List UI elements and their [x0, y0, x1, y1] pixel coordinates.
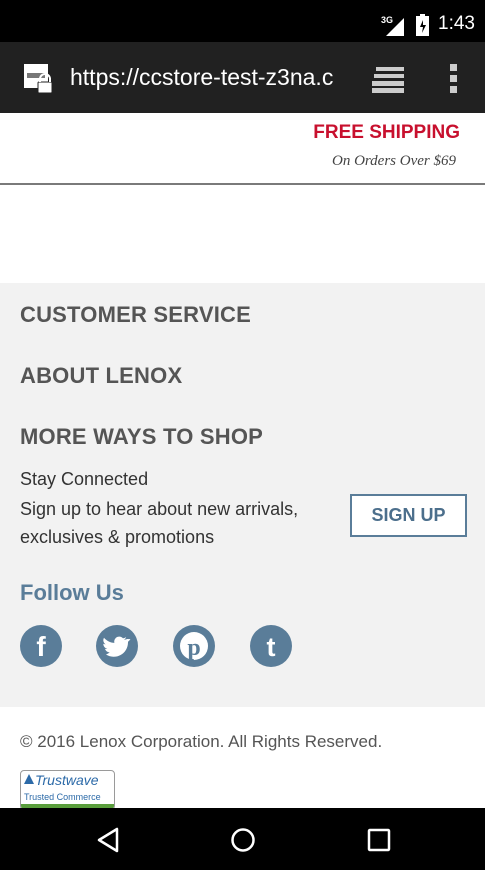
- signup-description: Sign up to hear about new arrivals, excl…: [20, 499, 299, 547]
- twitter-icon[interactable]: [96, 625, 138, 667]
- recents-icon[interactable]: [367, 827, 391, 853]
- svg-text:t: t: [267, 632, 276, 662]
- back-icon[interactable]: [96, 827, 120, 853]
- trustwave-badge[interactable]: Trustwave Trusted Commerce: [20, 770, 115, 810]
- battery-icon: [416, 14, 429, 36]
- svg-text:f: f: [36, 631, 46, 662]
- shipping-promo[interactable]: FREE SHIPPING On Orders Over $69: [0, 113, 485, 185]
- footer-link-customer-service[interactable]: CUSTOMER SERVICE: [20, 302, 251, 328]
- tumblr-icon[interactable]: t: [250, 625, 292, 667]
- facebook-icon[interactable]: f: [20, 625, 62, 667]
- home-icon[interactable]: [230, 827, 256, 853]
- svg-text:p: p: [187, 635, 200, 661]
- tabs-icon[interactable]: [372, 67, 406, 93]
- footer-link-about-lenox[interactable]: ABOUT LENOX: [20, 363, 182, 389]
- promo-headline: FREE SHIPPING: [313, 122, 460, 143]
- trust-badge-title: Trustwave: [35, 772, 99, 788]
- stay-connected-label: Stay Connected: [20, 469, 149, 489]
- site-lock-icon[interactable]: [24, 64, 54, 94]
- footer-link-more-ways-to-shop[interactable]: MORE WAYS TO SHOP: [20, 424, 263, 450]
- pinterest-icon[interactable]: p: [173, 625, 215, 667]
- clock: 1:43: [438, 13, 475, 34]
- status-bar: 3G 1:43: [0, 0, 485, 42]
- system-nav-bar: [0, 808, 485, 870]
- trust-badge-subtitle: Trusted Commerce: [24, 792, 101, 802]
- copyright-text: © 2016 Lenox Corporation. All Rights Res…: [20, 732, 383, 751]
- signal-icon: [386, 18, 404, 36]
- overflow-menu-icon[interactable]: [450, 64, 458, 94]
- browser-toolbar: https://ccstore-test-z3na.c: [0, 42, 485, 113]
- follow-us-heading: Follow Us: [20, 580, 124, 605]
- signup-button[interactable]: SIGN UP: [350, 494, 467, 537]
- trustwave-logo-icon: [24, 774, 34, 784]
- promo-subtext: On Orders Over $69: [331, 153, 456, 169]
- url-bar[interactable]: https://ccstore-test-z3na.c: [70, 64, 346, 91]
- site-footer: CUSTOMER SERVICE ABOUT LENOX MORE WAYS T…: [0, 283, 485, 707]
